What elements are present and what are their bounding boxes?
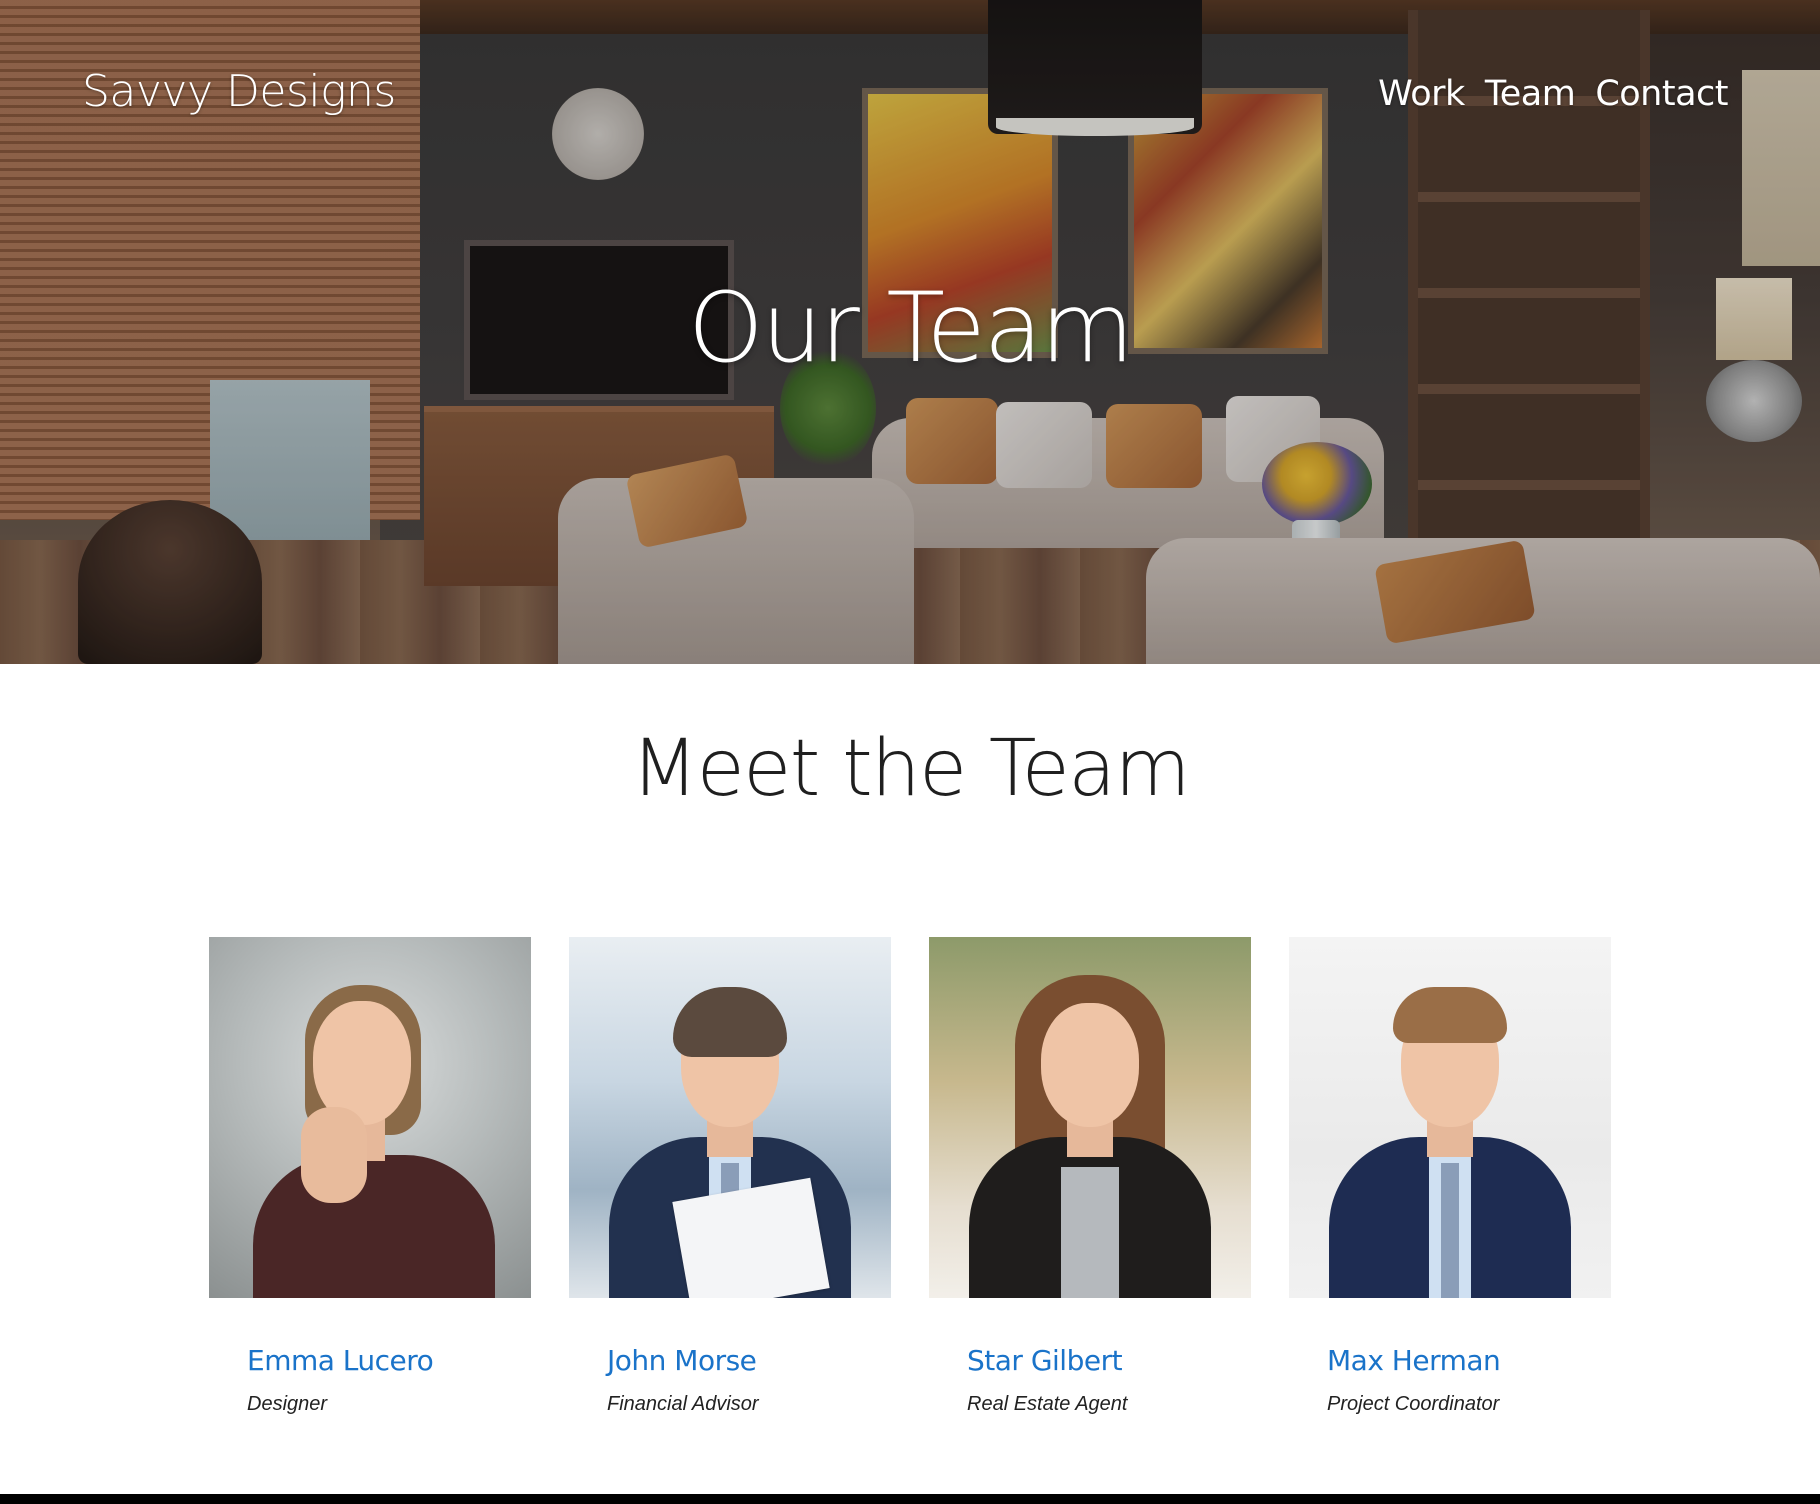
team-member-card: John Morse Financial Advisor	[569, 937, 891, 1416]
photo-tie	[1441, 1163, 1459, 1298]
hero-title: Our Team	[687, 272, 1134, 384]
member-role: Project Coordinator	[1327, 1393, 1500, 1415]
nav-link-team[interactable]: Team	[1485, 74, 1576, 114]
member-photo	[929, 937, 1251, 1298]
team-member-card: Star Gilbert Real Estate Agent	[929, 937, 1251, 1416]
photo-body	[253, 1155, 495, 1298]
brand-logo-link[interactable]: Savvy Designs	[82, 66, 396, 117]
footer-bar	[0, 1494, 1820, 1504]
photo-hand	[301, 1107, 367, 1203]
member-role: Designer	[247, 1393, 328, 1415]
hero-banner: Savvy Designs Work Team Contact Our Team	[0, 0, 1820, 664]
nav-link-contact[interactable]: Contact	[1595, 74, 1728, 114]
section-heading: Meet the Team	[630, 724, 1191, 814]
photo-hair	[1393, 987, 1507, 1043]
member-name-link[interactable]: Emma Lucero	[247, 1344, 531, 1377]
nav-link-work[interactable]: Work	[1378, 74, 1465, 114]
member-role: Financial Advisor	[607, 1393, 759, 1415]
member-role: Real Estate Agent	[967, 1393, 1128, 1415]
photo-shirt	[1061, 1167, 1119, 1298]
member-name-link[interactable]: John Morse	[607, 1344, 891, 1377]
member-photo	[1289, 937, 1611, 1298]
main-nav: Work Team Contact	[1378, 74, 1728, 114]
member-name-link[interactable]: Max Herman	[1327, 1344, 1611, 1377]
team-member-card: Max Herman Project Coordinator	[1289, 937, 1611, 1416]
member-photo	[209, 937, 531, 1298]
team-grid: Emma Lucero Designer John Morse Financia…	[209, 937, 1611, 1416]
photo-face	[1041, 1003, 1139, 1127]
member-photo	[569, 937, 891, 1298]
team-member-card: Emma Lucero Designer	[209, 937, 531, 1416]
member-name-link[interactable]: Star Gilbert	[967, 1344, 1251, 1377]
